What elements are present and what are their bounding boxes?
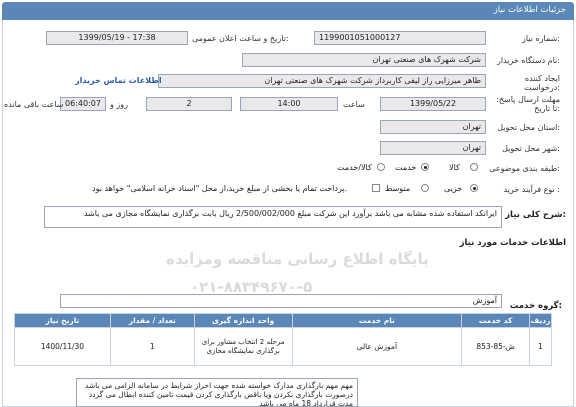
cell-unit: مرحله 2 انتخاب مشاور برای برگذاری نمایشگ… [193,327,293,366]
buyer-contact-link[interactable]: اطلاعات تماس خریدار [75,76,162,85]
province-label: استان محل تحویل: [497,123,560,132]
process-minor-label: جزیی [444,184,463,193]
window-titlebar: جزئیات اطلاعات نیاز [2,2,574,20]
process-medium-radio[interactable] [421,184,429,192]
deadline-date-field: 1399/05/22 [380,97,486,111]
city-field: تهران [380,141,486,155]
services-section-title: اطلاعات خدمات مورد نیاز [459,238,566,248]
cell-code: ش-85-853 [461,327,531,366]
need-number-field: 1199001051000127 [314,31,486,45]
cell-row: 1 [529,327,552,366]
services-table: ردیف کد خدمت نام خدمت واحد اندازه گیری ت… [14,313,552,366]
deadline-label: مهلت ارسال پاسخ: تا تاریخ: [496,95,560,113]
description-label: شرح کلی نیاز: [505,210,566,220]
category-service-radio[interactable] [421,163,429,171]
remaining-time-label: ساعت باقی مانده [4,100,64,109]
col-qty-header: تعداد / مقدار [109,313,195,328]
category-goods-label: کالا [449,163,460,172]
days-field: 2 [146,97,232,111]
announce-date-field: 1399/05/19 - 17:38 [46,31,188,45]
treasury-payment-note: پرداخت تمام یا بخشی از مبلغ خرید،از محل … [92,184,348,193]
deadline-time-label: ساعت [343,100,365,109]
category-goods-service-radio[interactable] [377,163,385,171]
province-field: تهران [380,120,486,134]
col-date-header: تاریخ نیاز [14,313,111,328]
window-title: جزئیات اطلاعات نیاز [493,5,566,15]
category-service-label: خدمت [395,163,417,172]
category-goods-radio[interactable] [470,163,478,171]
process-minor-radio[interactable] [470,184,478,192]
service-group-label: گروه خدمت: [509,301,562,311]
cell-date: 1400/11/30 [14,327,111,366]
need-number-label: شماره نیاز: [521,34,560,43]
treasury-payment-checkbox[interactable] [372,184,380,192]
day-label: روز و [110,100,128,109]
service-group-field: آموزش [60,294,502,308]
process-medium-label: متوسط [385,184,411,193]
creator-label: ایجاد کننده درخواست: [524,74,560,92]
cell-name: آموزش عالی [291,327,463,366]
announce-date-label: تاریخ و ساعت اعلان عمومی: [192,34,289,43]
process-label: نوع فرآیند خرید : [503,185,560,194]
table-header-row: ردیف کد خدمت نام خدمت واحد اندازه گیری ت… [14,313,552,328]
col-code-header: کد خدمت [461,313,531,328]
remaining-time-field: 06:40:07 [60,97,106,111]
description-box: ایرانکد استفاده شده مشابه می باشد برآورد… [44,206,502,228]
table-row[interactable]: 1 ش-85-853 آموزش عالی مرحله 2 انتخاب مشا… [14,327,552,366]
buyer-label: نام دستگاه خریدار: [496,56,560,65]
deadline-time-field: 14:00 [240,97,338,111]
category-label: طبقه بندی موضوعی: [489,164,560,173]
cell-qty: 1 [109,327,195,366]
category-goods-service-label: کالا/خدمت [337,163,372,172]
col-name-header: نام خدمت [291,313,463,328]
col-unit-header: واحد اندازه گیری [193,313,293,328]
col-row-header: ردیف [529,313,552,328]
creator-field: طاهر میرزایی راز لیقی کاربرداز شرکت شهرک… [158,74,486,88]
requirements-note: مهم مهم بارگذاری مدارک خواسته شده جهت اح… [76,378,358,407]
buyer-field: شرکت شهرک های صنعتی تهران [242,53,486,67]
city-label: شهر محل تحویل: [502,144,560,153]
